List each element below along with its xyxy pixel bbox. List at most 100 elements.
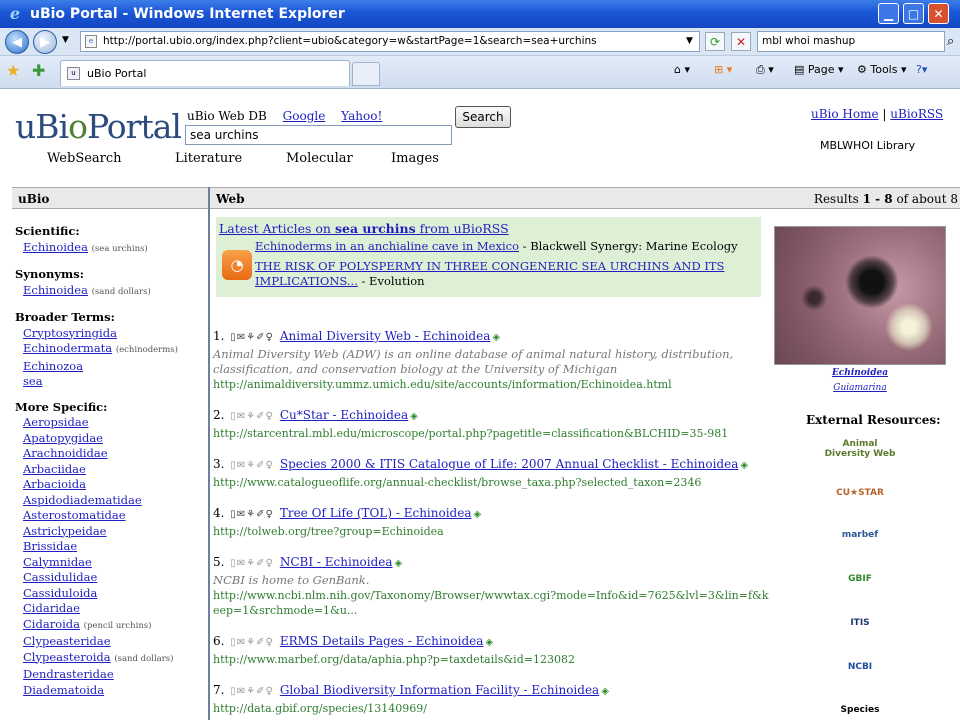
- result-tool-icons[interactable]: ▯✉⚘✐♀: [230, 555, 274, 573]
- expand-icon[interactable]: ◈: [740, 460, 748, 471]
- result-tool-icons[interactable]: ▯✉⚘✐♀: [230, 329, 274, 347]
- taxon-link[interactable]: Dendrasteridae: [15, 667, 205, 683]
- taxon-name[interactable]: Apatopygidae: [23, 431, 103, 445]
- taxon-link[interactable]: Aspidodiadematidae: [15, 493, 205, 509]
- nav-molecular[interactable]: Molecular: [286, 151, 353, 166]
- result-title-link[interactable]: Global Biodiversity Information Facility…: [280, 683, 599, 697]
- external-resource-logo[interactable]: NCBI: [822, 654, 898, 680]
- home-icon[interactable]: ⌂ ▾: [674, 63, 690, 76]
- taxon-link[interactable]: Cassidulidae: [15, 570, 205, 586]
- taxon-name[interactable]: sea: [23, 374, 43, 388]
- result-title-link[interactable]: Cu*Star - Echinoidea: [280, 408, 408, 422]
- taxon-name[interactable]: Asterostomatidae: [23, 508, 126, 522]
- external-resource-logo[interactable]: GBIF: [822, 566, 898, 592]
- address-input[interactable]: e http://portal.ubio.org/index.php?clien…: [80, 31, 700, 52]
- taxon-name[interactable]: Calymnidae: [23, 555, 92, 569]
- taxon-link[interactable]: Clypeasteridae: [15, 634, 205, 650]
- minimize-button[interactable]: ▁: [878, 3, 899, 24]
- taxon-name[interactable]: Cryptosyringida: [23, 326, 117, 340]
- taxon-name[interactable]: Echinoidea: [23, 240, 88, 254]
- taxon-link[interactable]: Echinodermata (echinoderms): [15, 341, 205, 359]
- taxon-link[interactable]: Astriclypeidae: [15, 524, 205, 540]
- result-title-link[interactable]: ERMS Details Pages - Echinoidea: [280, 634, 484, 648]
- taxon-name[interactable]: Astriclypeidae: [23, 524, 107, 538]
- add-favorites-icon[interactable]: ✚: [32, 61, 45, 80]
- result-tool-icons[interactable]: ▯✉⚘✐♀: [230, 506, 274, 524]
- nav-literature[interactable]: Literature: [175, 151, 242, 166]
- source-yahoo[interactable]: Yahoo!: [341, 109, 382, 123]
- taxon-link[interactable]: Brissidae: [15, 539, 205, 555]
- ubio-portal-logo[interactable]: uBioPortal: [15, 107, 182, 146]
- result-tool-icons[interactable]: ▯✉⚘✐♀: [230, 634, 274, 652]
- taxon-link[interactable]: Arachnoididae: [15, 446, 205, 462]
- ubio-home-link[interactable]: uBio Home: [811, 107, 879, 121]
- taxon-link[interactable]: Echinoidea (sea urchins): [15, 240, 205, 258]
- expand-icon[interactable]: ◈: [601, 686, 609, 697]
- result-title-link[interactable]: Tree Of Life (TOL) - Echinoidea: [280, 506, 472, 520]
- taxon-name[interactable]: Cassiduloida: [23, 586, 97, 600]
- taxon-name[interactable]: Cidaridae: [23, 601, 80, 615]
- result-title-link[interactable]: NCBI - Echinoidea: [280, 555, 393, 569]
- search-button[interactable]: Search: [455, 106, 511, 128]
- tab-ubio-portal[interactable]: u uBio Portal: [60, 60, 350, 86]
- source-google[interactable]: Google: [283, 109, 326, 123]
- taxon-name[interactable]: Cidaroida: [23, 617, 80, 631]
- search-input[interactable]: mbl whoi mashup: [757, 31, 945, 52]
- sea-urchin-photo[interactable]: [774, 226, 946, 365]
- taxon-name[interactable]: Clypeasteroida: [23, 650, 111, 664]
- back-button[interactable]: ◀: [5, 30, 29, 54]
- tools-menu[interactable]: ⚙ Tools ▾: [857, 63, 907, 76]
- page-menu[interactable]: ▤ Page ▾: [794, 63, 844, 76]
- expand-icon[interactable]: ◈: [474, 509, 482, 520]
- external-resource-logo[interactable]: ITIS: [822, 610, 898, 636]
- taxon-name[interactable]: Aspidodiadematidae: [23, 493, 142, 507]
- taxon-link[interactable]: Cryptosyringida: [15, 326, 205, 342]
- address-dropdown-icon[interactable]: ▼: [686, 36, 693, 46]
- taxon-link[interactable]: Cidaridae: [15, 601, 205, 617]
- taxon-name[interactable]: Brissidae: [23, 539, 77, 553]
- nav-websearch[interactable]: WebSearch: [47, 151, 122, 166]
- photo-caption-taxon[interactable]: Echinoidea: [774, 368, 946, 378]
- taxon-link[interactable]: Diadematoida: [15, 683, 205, 699]
- taxon-link[interactable]: Arbaciidae: [15, 462, 205, 478]
- taxon-link[interactable]: Clypeasteroida (sand dollars): [15, 650, 205, 668]
- taxon-link[interactable]: Echinozoa: [15, 359, 205, 375]
- stop-icon[interactable]: ✕: [731, 32, 751, 51]
- result-title-link[interactable]: Species 2000 & ITIS Catalogue of Life: 2…: [280, 457, 739, 471]
- taxon-link[interactable]: Cassiduloida: [15, 586, 205, 602]
- external-resource-logo[interactable]: Species: [822, 697, 898, 720]
- taxon-link[interactable]: sea: [15, 374, 205, 390]
- result-tool-icons[interactable]: ▯✉⚘✐♀: [230, 683, 274, 701]
- taxon-name[interactable]: Aeropsidae: [23, 415, 89, 429]
- new-tab-button[interactable]: [352, 62, 380, 86]
- taxon-name[interactable]: Echinozoa: [23, 359, 83, 373]
- taxon-link[interactable]: Arbacioida: [15, 477, 205, 493]
- external-resource-logo[interactable]: Animal Diversity Web: [822, 436, 898, 462]
- maximize-button[interactable]: □: [903, 3, 924, 24]
- photo-caption-credit[interactable]: Guiamarina: [774, 383, 946, 393]
- taxon-name[interactable]: Arbacioida: [23, 477, 86, 491]
- help-icon[interactable]: ?▾: [916, 63, 927, 76]
- taxon-link[interactable]: Apatopygidae: [15, 431, 205, 447]
- search-icon[interactable]: ⌕: [947, 34, 954, 49]
- taxon-link[interactable]: Calymnidae: [15, 555, 205, 571]
- taxon-link[interactable]: Asterostomatidae: [15, 508, 205, 524]
- ubiorss-link[interactable]: uBioRSS: [890, 107, 943, 121]
- taxon-name[interactable]: Arbaciidae: [23, 462, 86, 476]
- history-dropdown-icon[interactable]: ▼: [62, 35, 69, 45]
- expand-icon[interactable]: ◈: [395, 558, 403, 569]
- result-tool-icons[interactable]: ▯✉⚘✐♀: [230, 457, 274, 475]
- taxon-name[interactable]: Clypeasteridae: [23, 634, 111, 648]
- expand-icon[interactable]: ◈: [492, 332, 500, 343]
- taxon-name[interactable]: Diadematoida: [23, 683, 104, 697]
- close-window-button[interactable]: ✕: [928, 3, 949, 24]
- source-ubio-db[interactable]: uBio Web DB: [187, 109, 267, 123]
- rss-feed-icon[interactable]: ◔: [222, 250, 252, 280]
- taxon-name[interactable]: Cassidulidae: [23, 570, 97, 584]
- result-title-link[interactable]: Animal Diversity Web - Echinoidea: [280, 329, 491, 343]
- query-input[interactable]: sea urchins: [185, 125, 452, 145]
- refresh-icon[interactable]: ⟳: [705, 32, 725, 51]
- nav-images[interactable]: Images: [391, 151, 439, 166]
- forward-button[interactable]: ▶: [33, 30, 57, 54]
- external-resource-logo[interactable]: marbef: [822, 522, 898, 548]
